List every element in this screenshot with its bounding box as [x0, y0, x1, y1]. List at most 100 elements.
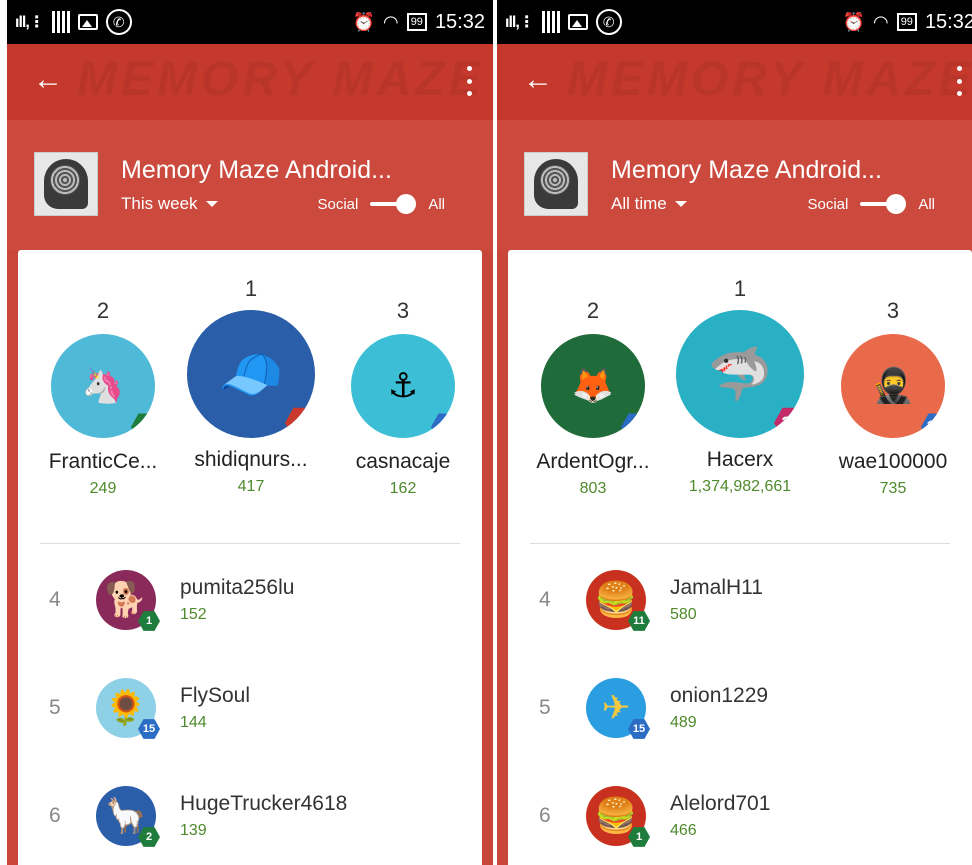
- back-arrow-icon[interactable]: ←: [523, 64, 555, 96]
- divider: [530, 543, 950, 544]
- player-score: 1,374,982,661: [688, 478, 792, 495]
- podium-rank: 2: [586, 298, 600, 323]
- time-period-label: All time: [611, 194, 667, 213]
- dropdown-caret-icon: [674, 201, 687, 207]
- player-name: FranticCe...: [48, 450, 158, 473]
- social-all-toggle-group: Social All: [317, 194, 445, 214]
- social-all-toggle-group: Social All: [807, 194, 935, 214]
- status-time: 15:32: [924, 10, 972, 33]
- battery-icon: 99: [406, 13, 427, 31]
- game-title: Memory Maze Android...: [611, 156, 882, 184]
- row-player-score: 139: [180, 822, 207, 839]
- app-bar: ←: [7, 44, 493, 120]
- time-period-label: This week: [121, 194, 198, 213]
- leaderboard-row[interactable]: 5 ✈ 15 onion1229 489: [508, 674, 972, 744]
- player-avatar: 🦊 5: [541, 334, 645, 438]
- status-bar: ıll,⋮ ✆ ⏰ ◠ 99 15:32: [7, 0, 493, 44]
- leaderboard-row[interactable]: 4 🐕 1 pumita256lu 152: [18, 566, 482, 636]
- row-player-score: 152: [180, 606, 207, 623]
- podium-player-1[interactable]: 1 🧢 9 shidiqnurs... 417: [178, 276, 324, 496]
- image-notification-icon: [567, 14, 588, 30]
- row-player-score: 466: [670, 822, 697, 839]
- row-player-name: Alelord701: [670, 792, 771, 815]
- leaderboard-card: 2 🦊 5 ArdentOgr... 803 1 🦈 20 Hacerx 1,3…: [508, 250, 972, 865]
- player-name: ArdentOgr...: [536, 450, 650, 473]
- row-player-name: FlySoul: [180, 684, 251, 707]
- player-score: 417: [237, 478, 265, 495]
- barcode-icon: [51, 11, 70, 33]
- row-player-score: 489: [670, 714, 697, 731]
- time-period-dropdown[interactable]: This week: [121, 194, 218, 214]
- podium-rank: 2: [96, 298, 110, 323]
- leaderboard-screen-all-time: ıll,⋮ ✆ ⏰ ◠ 99 15:32 ← Memory Maze Andro…: [497, 0, 972, 865]
- signal-icon: ıll,⋮: [505, 14, 535, 31]
- row-rank: 4: [49, 588, 61, 611]
- podium-player-2[interactable]: 2 🦊 5 ArdentOgr... 803: [522, 298, 664, 498]
- podium-player-2[interactable]: 2 🦄 1 FranticCe... 249: [32, 298, 174, 498]
- alarm-icon: ⏰: [352, 11, 375, 32]
- player-name: shidiqnurs...: [194, 448, 308, 471]
- toggle-social-label: Social: [317, 195, 359, 213]
- podium-rank: 3: [396, 298, 410, 323]
- more-options-icon[interactable]: [953, 66, 965, 96]
- player-name: casnacaje: [355, 450, 451, 473]
- game-title: Memory Maze Android...: [121, 156, 392, 184]
- leaderboard-row[interactable]: 5 🌻 15 FlySoul 144: [18, 674, 482, 744]
- battery-icon: 99: [896, 13, 917, 31]
- more-options-icon[interactable]: [463, 66, 475, 96]
- time-period-dropdown[interactable]: All time: [611, 194, 687, 214]
- toggle-all-label: All: [428, 195, 445, 213]
- leaderboard-card: 2 🦄 1 FranticCe... 249 1 🧢 9 shidiqnurs.…: [18, 250, 482, 865]
- divider: [40, 543, 460, 544]
- signal-icon: ıll,⋮: [15, 14, 45, 31]
- status-bar: ıll,⋮ ✆ ⏰ ◠ 99 15:32: [497, 0, 972, 44]
- dropdown-caret-icon: [205, 201, 218, 207]
- podium-player-3[interactable]: 3 ⚓ 4 casnacaje 162: [332, 298, 474, 498]
- player-name: Hacerx: [706, 448, 774, 471]
- app-bar: ←: [497, 44, 972, 120]
- image-notification-icon: [77, 14, 98, 30]
- row-player-name: onion1229: [670, 684, 769, 707]
- podium: 2 🦄 1 FranticCe... 249 1 🧢 9 shidiqnurs.…: [18, 250, 482, 530]
- player-score: 162: [389, 480, 417, 497]
- row-player-name: JamalH11: [670, 576, 763, 599]
- player-name: wae100000: [838, 450, 948, 473]
- status-time: 15:32: [434, 10, 485, 33]
- row-player-name: pumita256lu: [180, 576, 295, 599]
- row-rank: 6: [539, 804, 551, 827]
- player-score: 249: [89, 480, 117, 497]
- row-rank: 4: [539, 588, 551, 611]
- leaderboard-row[interactable]: 4 🍔 11 JamalH11 580: [508, 566, 972, 636]
- podium-rank: 1: [244, 276, 258, 301]
- podium: 2 🦊 5 ArdentOgr... 803 1 🦈 20 Hacerx 1,3…: [508, 250, 972, 530]
- podium-player-3[interactable]: 3 🥷 15 wae100000 735: [822, 298, 964, 498]
- social-all-toggle[interactable]: [860, 194, 907, 214]
- barcode-icon: [541, 11, 560, 33]
- row-player-score: 580: [670, 606, 697, 623]
- wifi-icon: ◠: [872, 11, 889, 32]
- leaderboard-row[interactable]: 6 🦙 2 HugeTrucker4618 139: [18, 782, 482, 852]
- podium-player-1[interactable]: 1 🦈 20 Hacerx 1,374,982,661: [660, 276, 820, 496]
- row-player-score: 144: [180, 714, 207, 731]
- row-rank: 5: [539, 696, 551, 719]
- podium-rank: 3: [886, 298, 900, 323]
- game-icon: [524, 152, 588, 216]
- toggle-social-label: Social: [807, 195, 849, 213]
- player-avatar: 🥷 15: [841, 334, 945, 438]
- player-avatar: ⚓ 4: [351, 334, 455, 438]
- player-avatar: 🦈 20: [676, 310, 804, 438]
- leaderboard-screen-this-week: ıll,⋮ ✆ ⏰ ◠ 99 15:32 ← Memory Maze Andro…: [7, 0, 493, 865]
- toggle-all-label: All: [918, 195, 935, 213]
- leaderboard-row[interactable]: 6 🍔 1 Alelord701 466: [508, 782, 972, 852]
- row-rank: 6: [49, 804, 61, 827]
- row-rank: 5: [49, 696, 61, 719]
- player-score: 803: [579, 480, 607, 497]
- back-arrow-icon[interactable]: ←: [33, 64, 65, 96]
- player-avatar: 🦄 1: [51, 334, 155, 438]
- viber-icon: ✆: [105, 9, 132, 35]
- viber-icon: ✆: [595, 9, 622, 35]
- social-all-toggle[interactable]: [370, 194, 417, 214]
- game-icon: [34, 152, 98, 216]
- leaderboard-header: Memory Maze Android... All time Social A…: [497, 120, 972, 250]
- player-score: 735: [879, 480, 907, 497]
